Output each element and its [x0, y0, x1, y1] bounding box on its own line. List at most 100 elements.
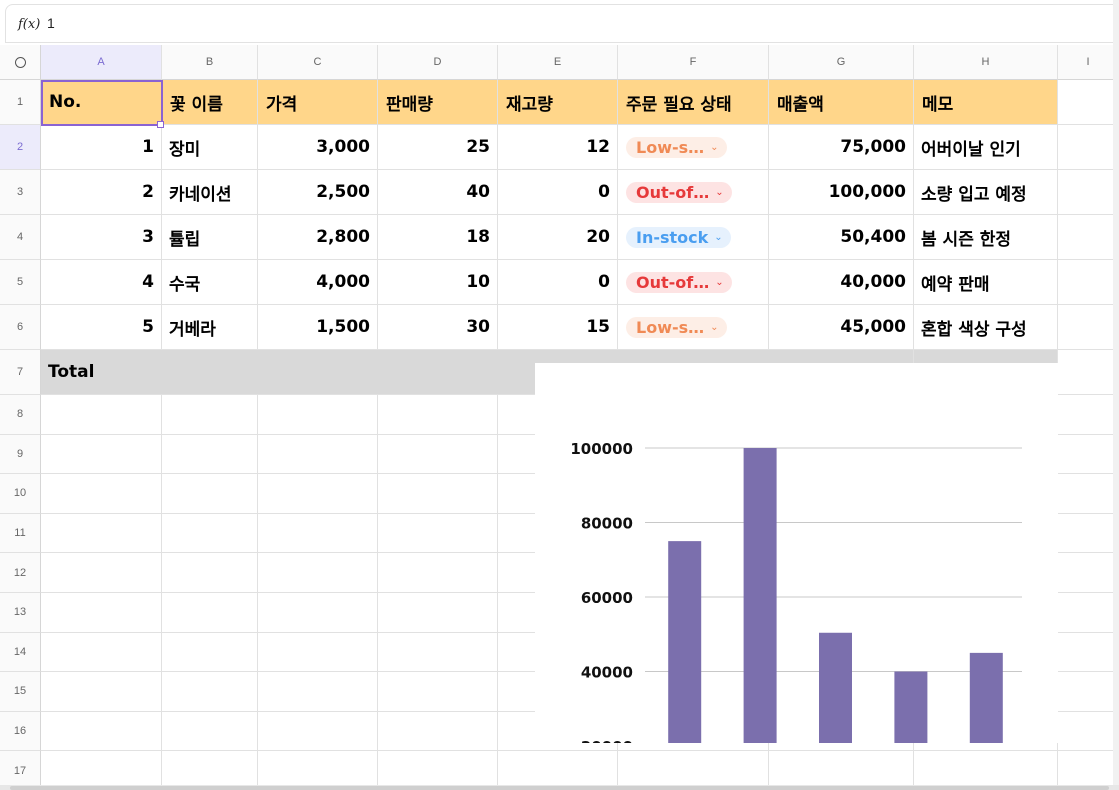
cell-no[interactable]: 4 [41, 260, 162, 305]
empty-cell[interactable] [258, 593, 378, 633]
row-header-7[interactable]: 7 [0, 350, 41, 395]
empty-cell[interactable] [162, 434, 258, 475]
empty-cell[interactable] [378, 593, 498, 633]
empty-cell[interactable] [1058, 350, 1119, 395]
empty-cell[interactable] [41, 751, 162, 785]
empty-cell[interactable] [258, 711, 378, 752]
empty-cell[interactable] [41, 395, 162, 435]
empty-cell[interactable] [162, 751, 258, 785]
cell-price[interactable]: 3,000 [258, 125, 378, 170]
cell-stock[interactable]: 12 [498, 125, 618, 170]
empty-cell[interactable] [162, 553, 258, 593]
column-header-d[interactable]: D [378, 45, 498, 80]
cell-sales[interactable]: 40,000 [769, 260, 914, 305]
status-dropdown[interactable]: Out-of… ⌄ [626, 181, 732, 203]
cell-order-status[interactable]: In-stock ⌄ [618, 215, 769, 260]
cell-stock[interactable]: 0 [498, 260, 618, 305]
bar-튤립[interactable] [819, 632, 852, 743]
empty-cell[interactable] [258, 474, 378, 514]
cell-sales[interactable]: 45,000 [769, 305, 914, 350]
cell-flower-name[interactable]: 카네이션 [162, 170, 258, 215]
empty-cell[interactable] [378, 474, 498, 514]
row-header-5[interactable]: 5 [0, 260, 41, 305]
empty-cell[interactable] [41, 632, 162, 673]
empty-cell[interactable] [1058, 305, 1119, 350]
status-dropdown[interactable]: Low-s… ⌄ [626, 136, 727, 158]
empty-cell[interactable] [378, 751, 498, 785]
empty-cell[interactable] [162, 711, 258, 752]
empty-cell[interactable] [162, 593, 258, 633]
header-cell-a[interactable]: No. [41, 80, 162, 125]
cell-flower-name[interactable]: 거베라 [162, 305, 258, 350]
cell-sales[interactable]: 100,000 [769, 170, 914, 215]
header-cell-d[interactable]: 판매량 [378, 80, 498, 125]
header-cell-b[interactable]: 꽃 이름 [162, 80, 258, 125]
header-cell-g[interactable]: 매출액 [769, 80, 914, 125]
empty-cell[interactable] [378, 672, 498, 712]
cell-flower-name[interactable]: 수국 [162, 260, 258, 305]
row-header-6[interactable]: 6 [0, 305, 41, 350]
cell-memo[interactable]: 소량 입고 예정 [914, 170, 1058, 215]
cell-order-status[interactable]: Low-s… ⌄ [618, 305, 769, 350]
empty-cell[interactable] [41, 513, 162, 554]
empty-cell[interactable] [1058, 632, 1119, 673]
row-header-8[interactable]: 8 [0, 395, 41, 435]
fill-handle[interactable] [157, 121, 164, 128]
column-header-c[interactable]: C [258, 45, 378, 80]
column-header-a[interactable]: A [41, 45, 162, 80]
empty-cell[interactable] [1058, 260, 1119, 305]
header-cell-c[interactable]: 가격 [258, 80, 378, 125]
empty-cell[interactable] [914, 751, 1058, 785]
header-cell-f[interactable]: 주문 필요 상태 [618, 80, 769, 125]
status-dropdown[interactable]: Out-of… ⌄ [626, 271, 732, 293]
row-header-1[interactable]: 1 [0, 80, 41, 125]
empty-cell[interactable] [162, 632, 258, 673]
column-header-h[interactable]: H [914, 45, 1058, 80]
empty-cell[interactable] [258, 672, 378, 712]
header-cell-h[interactable]: 메모 [914, 80, 1058, 125]
cell-sold[interactable]: 25 [378, 125, 498, 170]
empty-cell[interactable] [41, 434, 162, 475]
empty-cell[interactable] [41, 711, 162, 752]
column-header-i[interactable]: I [1058, 45, 1119, 80]
header-cell-e[interactable]: 재고량 [498, 80, 618, 125]
empty-cell[interactable] [378, 553, 498, 593]
empty-cell[interactable] [258, 434, 378, 475]
bar-거베라[interactable] [969, 652, 1003, 743]
select-all-corner[interactable] [0, 45, 41, 80]
empty-cell[interactable] [162, 474, 258, 514]
empty-cell[interactable] [258, 751, 378, 785]
empty-cell[interactable] [378, 434, 498, 475]
cell-no[interactable]: 1 [41, 125, 162, 170]
empty-cell[interactable] [162, 395, 258, 435]
status-dropdown[interactable]: In-stock ⌄ [626, 226, 731, 248]
empty-cell[interactable] [378, 395, 498, 435]
cell-sold[interactable]: 18 [378, 215, 498, 260]
empty-cell[interactable] [1058, 751, 1119, 785]
row-header-15[interactable]: 15 [0, 672, 41, 712]
row-header-10[interactable]: 10 [0, 474, 41, 514]
cell-no[interactable]: 5 [41, 305, 162, 350]
row-header-13[interactable]: 13 [0, 593, 41, 633]
empty-cell[interactable] [1058, 553, 1119, 593]
cell-sold[interactable]: 40 [378, 170, 498, 215]
empty-cell[interactable] [378, 632, 498, 673]
cell-flower-name[interactable]: 장미 [162, 125, 258, 170]
cell-memo[interactable]: 봄 시즌 한정 [914, 215, 1058, 260]
empty-cell[interactable] [1058, 125, 1119, 170]
empty-cell[interactable] [1058, 170, 1119, 215]
formula-bar[interactable]: f(x) 1 [5, 4, 1119, 43]
column-header-b[interactable]: B [162, 45, 258, 80]
empty-cell[interactable] [258, 513, 378, 554]
empty-cell[interactable] [1058, 672, 1119, 712]
empty-cell[interactable] [41, 593, 162, 633]
cell-sold[interactable]: 30 [378, 305, 498, 350]
cell-flower-name[interactable]: 튤립 [162, 215, 258, 260]
empty-cell[interactable] [1058, 434, 1119, 475]
empty-cell[interactable] [378, 711, 498, 752]
cell-memo[interactable]: 예약 판매 [914, 260, 1058, 305]
cell-order-status[interactable]: Out-of… ⌄ [618, 170, 769, 215]
empty-cell[interactable] [769, 751, 914, 785]
empty-cell[interactable] [1058, 395, 1119, 435]
row-header-11[interactable]: 11 [0, 513, 41, 554]
